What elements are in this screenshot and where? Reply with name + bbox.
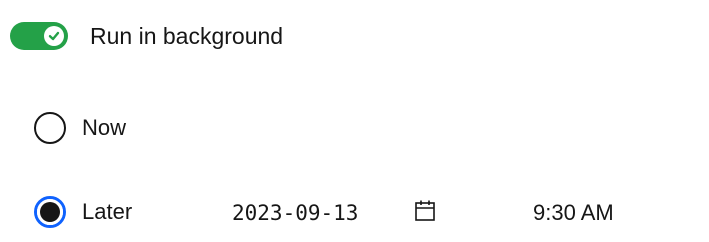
now-radio-label[interactable]: Now	[82, 114, 126, 142]
checkmark-icon	[48, 31, 60, 41]
later-radio-button[interactable]	[34, 196, 66, 228]
now-radio-button[interactable]	[34, 112, 66, 144]
toggle-knob	[44, 26, 64, 46]
calendar-icon[interactable]	[414, 199, 436, 223]
run-in-background-label: Run in background	[90, 23, 284, 49]
run-in-background-toggle[interactable]	[10, 22, 68, 50]
run-in-background-toggle-row: Run in background	[10, 14, 283, 58]
later-radio-label[interactable]: Later	[82, 198, 132, 226]
time-input[interactable]: 9:30 AM	[533, 197, 614, 229]
date-input[interactable]: 2023-09-13	[232, 197, 358, 229]
schedule-option-now[interactable]: Now	[34, 108, 126, 148]
schedule-option-later[interactable]: Later	[34, 192, 132, 232]
radio-dot	[40, 202, 60, 222]
